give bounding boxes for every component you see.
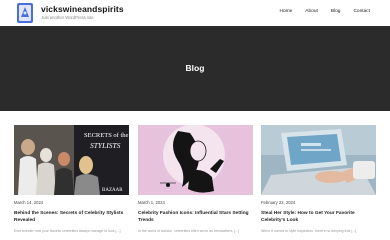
post-excerpt: When it comes to style inspiration, ther…	[261, 229, 357, 233]
post-title[interactable]: Steal Her Style: How to Get Your Favorit…	[261, 211, 376, 225]
fashion-illustration-image	[138, 125, 253, 195]
nav-home[interactable]: Home	[280, 9, 293, 14]
post-excerpt: Ever wonder how your favorite celebritie…	[14, 229, 121, 233]
primary-nav: Home About Blog Contact	[280, 9, 371, 14]
post-thumbnail[interactable]: SECRETS of the STYLISTS BAZAAR	[14, 125, 129, 195]
cover-text-mid: STYLISTS	[90, 141, 121, 150]
post-thumbnail[interactable]	[261, 125, 376, 195]
post-excerpt: In the world of fashion, celebrities oft…	[138, 229, 240, 233]
post-date: March 14, 2024	[14, 200, 44, 205]
laptop-photo-image	[261, 125, 376, 195]
site-logo-icon[interactable]	[16, 2, 34, 24]
nav-about[interactable]: About	[305, 9, 318, 14]
hero-banner: Blog	[0, 26, 390, 111]
nav-blog[interactable]: Blog	[331, 9, 341, 14]
site-title[interactable]: vickswineandspirits	[41, 4, 124, 14]
post-thumbnail[interactable]	[138, 125, 253, 195]
site-header: vickswineandspirits Just another WordPre…	[0, 0, 390, 26]
site-tagline: Just another WordPress site	[41, 15, 94, 20]
post-title[interactable]: Celebrity Fashion Icons: Influential Sta…	[138, 211, 253, 225]
cover-text-top: SECRETS of the	[84, 132, 129, 139]
post-date: March 1, 2024	[138, 200, 165, 205]
stylists-cover-image: SECRETS of the STYLISTS BAZAAR	[14, 125, 129, 195]
page-title: Blog	[185, 63, 205, 73]
nav-contact[interactable]: Contact	[353, 9, 370, 14]
post-date: February 22, 2024	[261, 200, 296, 205]
cover-text-bottom: BAZAAR	[102, 188, 123, 193]
post-title[interactable]: Behind the Scenes: Secrets of Celebrity …	[14, 211, 129, 225]
